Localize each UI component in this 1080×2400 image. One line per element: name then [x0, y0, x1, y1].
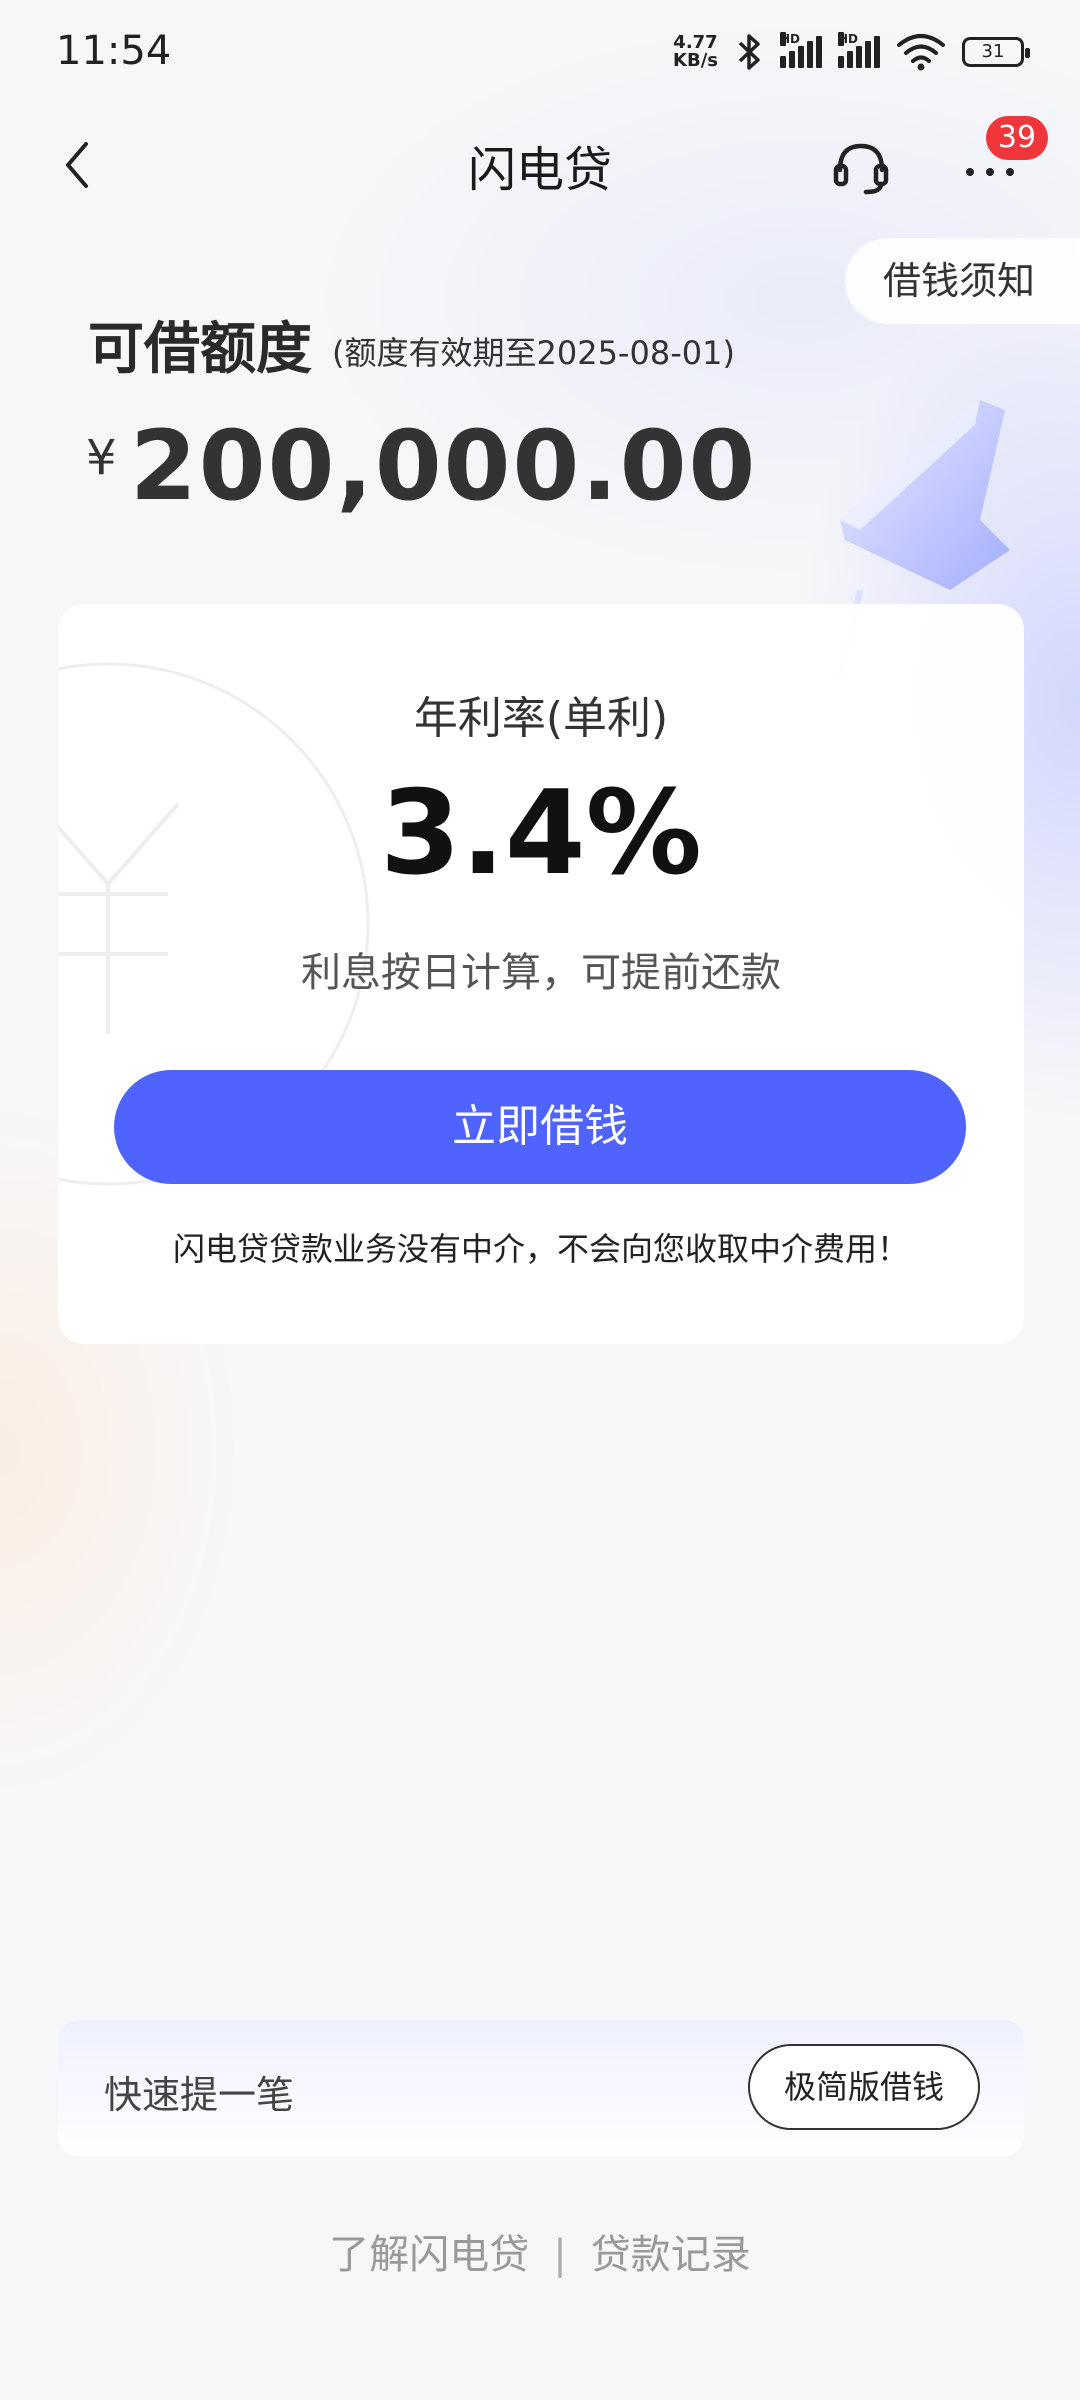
credit-amount: 200,000.00 — [130, 410, 758, 522]
battery-icon: 31 — [962, 37, 1030, 67]
loan-records-link[interactable]: 贷款记录 — [591, 2222, 751, 2280]
about-link[interactable]: 了解闪电贷 — [329, 2222, 529, 2280]
rate-description: 利息按日计算，可提前还款 — [301, 950, 781, 996]
signal-hd-label-2: HD — [838, 32, 859, 46]
footer-separator: | — [553, 2232, 567, 2278]
credit-label: 可借额度 — [88, 317, 312, 382]
network-speed-unit: KB/s — [673, 50, 718, 71]
signal-icon-2: HD — [838, 32, 880, 68]
footer-links: 了解闪电贷 | 贷款记录 — [0, 2222, 1080, 2280]
borrow-now-button[interactable]: 立即借钱 — [114, 1070, 966, 1184]
page-title: 闪电贷 — [467, 142, 612, 198]
network-speed: 4.77 KB/s — [673, 34, 718, 70]
signal-icon: HD — [780, 32, 822, 68]
customer-service-button[interactable] — [832, 138, 890, 196]
rate-value: 3.4% — [380, 766, 702, 901]
quick-borrow-label: 快速提一笔 — [104, 2073, 295, 2117]
rate-card: 年利率(单利) 3.4% 利息按日计算，可提前还款 立即借钱 闪电贷贷款业务没有… — [58, 604, 1024, 1344]
wifi-icon — [897, 34, 945, 71]
status-icons: 4.77 KB/s HD HD 31 — [673, 30, 1030, 74]
bluetooth-icon — [738, 34, 760, 70]
currency-symbol: ¥ — [86, 430, 117, 486]
notification-badge: 39 — [986, 116, 1048, 160]
status-bar: 11:54 4.77 KB/s HD HD 31 — [0, 0, 1080, 100]
signal-hd-label: HD — [780, 32, 801, 46]
rate-label: 年利率(单利) — [413, 693, 669, 744]
page: 11:54 4.77 KB/s HD HD 31 闪电贷 39 借钱须知 可借额… — [0, 0, 1080, 2400]
more-icon — [966, 168, 1014, 176]
quick-borrow-bar: 快速提一笔 极简版借钱 — [58, 2020, 1024, 2156]
simple-borrow-button[interactable]: 极简版借钱 — [748, 2044, 980, 2130]
borrowing-notice-button[interactable]: 借钱须知 — [845, 238, 1080, 324]
no-agent-disclaimer: 闪电贷贷款业务没有中介，不会向您收取中介费用！ — [172, 1230, 909, 1268]
status-time: 11:54 — [56, 28, 172, 74]
headset-icon — [833, 143, 889, 195]
nav-bar: 闪电贷 — [0, 100, 1080, 230]
credit-validity: (额度有效期至2025-08-01) — [332, 334, 735, 372]
